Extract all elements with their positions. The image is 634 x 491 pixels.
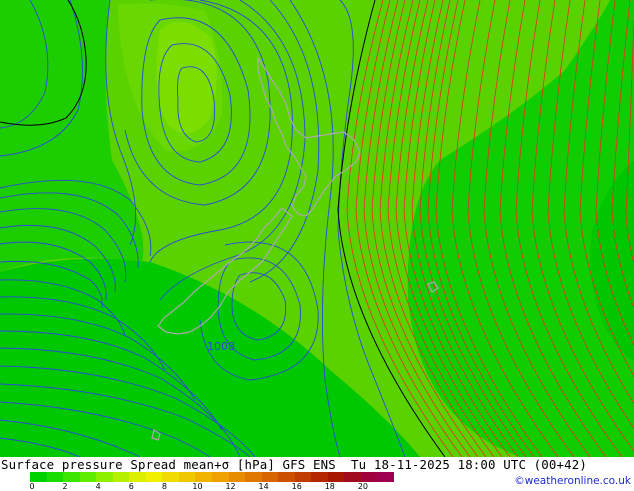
legend-swatch: [129, 472, 146, 482]
legend-swatch: [195, 472, 213, 482]
legend-swatch: [344, 472, 361, 482]
legend-swatch: [311, 472, 328, 482]
legend-swatch: [212, 472, 229, 482]
legend-swatch: [228, 472, 246, 482]
legend-swatch: [46, 472, 64, 482]
credit-link[interactable]: ©weatheronline.co.uk: [514, 475, 631, 488]
legend-swatch: [294, 472, 312, 482]
legend-swatch: [63, 472, 80, 482]
legend-swatch: [96, 472, 113, 482]
map-title: Surface pressure Spread mean+σ [hPa] GFS…: [1, 457, 587, 472]
legend-swatch: [377, 472, 395, 482]
map-canvas: 1008: [0, 0, 634, 457]
legend-swatch: [245, 472, 262, 482]
legend-swatch: [79, 472, 97, 482]
legend-swatch: [145, 472, 163, 482]
legend-swatch: [278, 472, 295, 482]
legend-swatch: [261, 472, 279, 482]
contour-label-1008: 1008: [207, 340, 235, 353]
legend-swatch: [30, 472, 47, 482]
legend-swatch: [327, 472, 345, 482]
legend-swatch: [112, 472, 130, 482]
color-legend: [30, 472, 395, 482]
legend-swatch: [360, 472, 378, 482]
legend-swatch: [178, 472, 196, 482]
legend-swatch: [162, 472, 179, 482]
